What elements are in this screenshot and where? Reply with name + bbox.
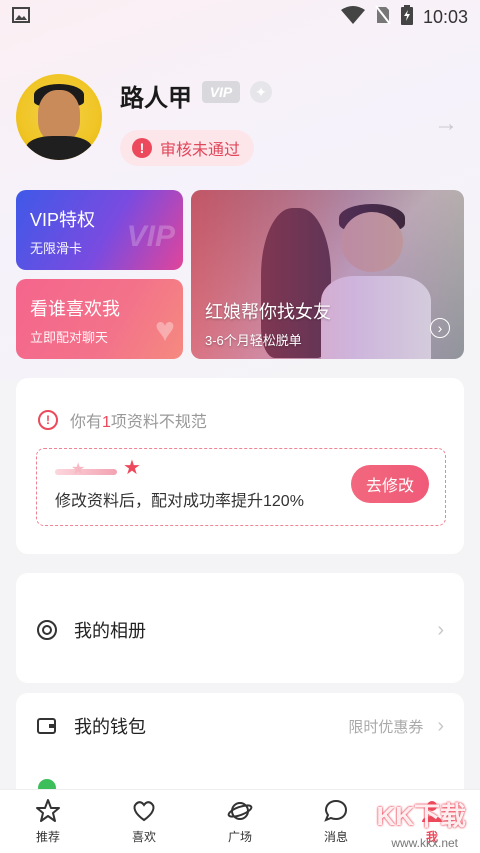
- tab-label: 消息: [323, 830, 348, 844]
- site-watermark-url: www.kkx.net: [391, 836, 458, 850]
- vip-card-title: VIP特权: [30, 210, 96, 230]
- wallet-icon: [36, 715, 58, 737]
- star-icon: ★: [71, 461, 86, 478]
- avatar[interactable]: [16, 74, 102, 160]
- vip-card-subtitle: 无限滑卡: [30, 241, 83, 256]
- tab-recommend[interactable]: 推荐: [0, 790, 96, 853]
- notice-count: 1: [102, 414, 111, 431]
- chat-icon: [323, 798, 349, 824]
- matchmaker-subtitle: 3-6个月轻松脱单: [205, 333, 302, 348]
- chevron-right-icon: ›: [437, 618, 444, 641]
- wifi-icon: [340, 5, 365, 29]
- star-icon: [35, 798, 61, 824]
- tab-label: 推荐: [35, 830, 60, 844]
- image-icon: [12, 6, 30, 27]
- heart-icon: [131, 798, 157, 824]
- tab-label: 广场: [227, 830, 252, 844]
- alert-icon: !: [38, 410, 58, 430]
- menu-item-label: 我的钱包: [74, 717, 146, 737]
- review-status-pill[interactable]: ! 审核未通过: [120, 130, 255, 166]
- planet-icon: [227, 798, 253, 824]
- vip-watermark: VIP: [126, 220, 175, 253]
- chevron-right-icon[interactable]: ›: [430, 318, 450, 338]
- profile-header: 路人甲 VIP ✦ ! 审核未通过 →: [16, 74, 464, 166]
- album-panel: 我的相册 ›: [16, 573, 464, 683]
- sparkle-badge-icon[interactable]: ✦: [250, 81, 272, 103]
- site-watermark: KK下载: [376, 801, 466, 831]
- likes-card-subtitle: 立即配对聊天: [30, 330, 109, 345]
- notice-prefix: 你有: [70, 414, 103, 431]
- matchmaker-card[interactable]: 红娘帮你找女友 3-6个月轻松脱单 ›: [191, 190, 464, 359]
- status-bar: 10:03: [0, 0, 480, 34]
- profile-notice: ! 你有1项资料不规范: [38, 408, 207, 432]
- menu-item-label: 我的相册: [74, 621, 146, 641]
- progress-line: [55, 469, 117, 475]
- matchmaker-title: 红娘帮你找女友: [205, 302, 331, 322]
- album-icon: [36, 619, 58, 641]
- likes-card-title: 看谁喜欢我: [30, 299, 120, 319]
- tab-messages[interactable]: 消息: [288, 790, 384, 853]
- chevron-right-icon: ›: [437, 714, 444, 737]
- user-name: 路人甲: [120, 85, 192, 112]
- tab-square[interactable]: 广场: [192, 790, 288, 853]
- vip-privilege-card[interactable]: VIP VIP特权 无限滑卡: [16, 190, 183, 270]
- menu-item-wallet[interactable]: 我的钱包 限时优惠券 ›: [36, 713, 444, 739]
- tab-label: 喜欢: [131, 830, 156, 844]
- notice-suffix: 项资料不规范: [110, 414, 207, 431]
- hearts-icon: ♥: [154, 311, 175, 349]
- menu-item-album[interactable]: 我的相册 ›: [36, 617, 444, 643]
- tab-likes[interactable]: 喜欢: [96, 790, 192, 853]
- go-edit-button[interactable]: 去修改: [351, 465, 429, 503]
- battery-charging-icon: [400, 4, 413, 30]
- arrow-right-icon[interactable]: →: [434, 110, 458, 138]
- review-status-text: 审核未通过: [160, 142, 241, 159]
- menu-item-value: 限时优惠券: [348, 718, 424, 736]
- clock: 10:03: [422, 6, 468, 27]
- warning-icon: !: [132, 138, 152, 158]
- edit-tip-text: 修改资料后，配对成功率提升120%: [55, 493, 304, 510]
- profile-completeness-panel: ! 你有1项资料不规范 ★ ★ 修改资料后，配对成功率提升120% 去修改: [16, 378, 464, 554]
- vip-badge[interactable]: VIP: [202, 81, 240, 103]
- star-icon: ★: [123, 457, 141, 479]
- no-sim-icon: [375, 4, 391, 30]
- who-likes-me-card[interactable]: ♥ 看谁喜欢我 立即配对聊天: [16, 279, 183, 359]
- edit-profile-box: ★ ★ 修改资料后，配对成功率提升120% 去修改: [36, 448, 446, 526]
